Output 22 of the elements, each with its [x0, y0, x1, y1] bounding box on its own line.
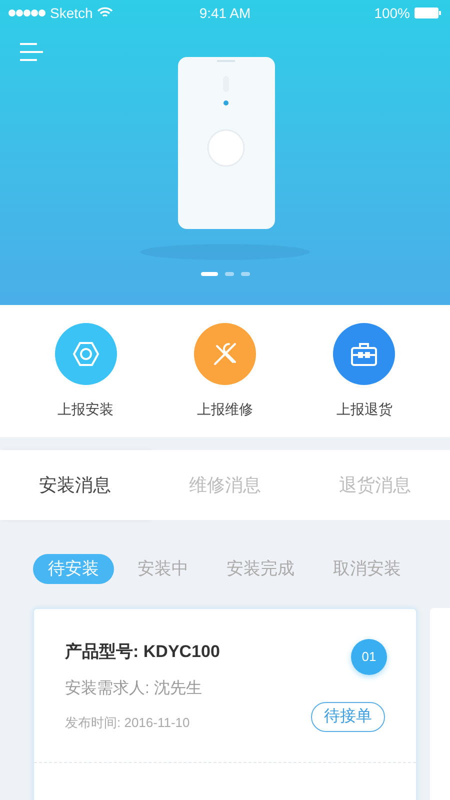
clock: 9:41 AM — [198, 4, 252, 22]
filter-chip[interactable]: 安装中 — [122, 554, 204, 584]
action-label: 上报安装 — [58, 400, 114, 418]
filter-chip[interactable]: 待安装 — [33, 554, 114, 584]
battery-icon — [414, 7, 442, 19]
action-label: 上报退货 — [336, 400, 392, 418]
wifi-icon — [96, 7, 113, 19]
toolbox-icon — [350, 340, 378, 366]
action-label: 上报维修 — [196, 400, 253, 418]
battery-percent: 100% — [374, 4, 410, 22]
message-tab[interactable]: 安装消息 — [0, 450, 150, 520]
hex-nut-icon — [72, 340, 99, 366]
signal-icon — [8, 9, 46, 17]
carrier-label: Sketch — [50, 4, 93, 22]
publish-date: 发布时间: 2016-11-10 — [65, 714, 191, 732]
menu-icon[interactable] — [20, 42, 44, 62]
product-model: 产品型号: KDYC100 — [65, 641, 221, 663]
requester-text: 安装需求人: 沈先生 — [65, 678, 203, 698]
status-tag: 待接单 — [311, 702, 385, 732]
filter-chip[interactable]: 安装完成 — [212, 554, 310, 584]
order-number-badge: 01 — [351, 639, 387, 675]
filter-chip[interactable]: 取消安装 — [318, 554, 416, 584]
